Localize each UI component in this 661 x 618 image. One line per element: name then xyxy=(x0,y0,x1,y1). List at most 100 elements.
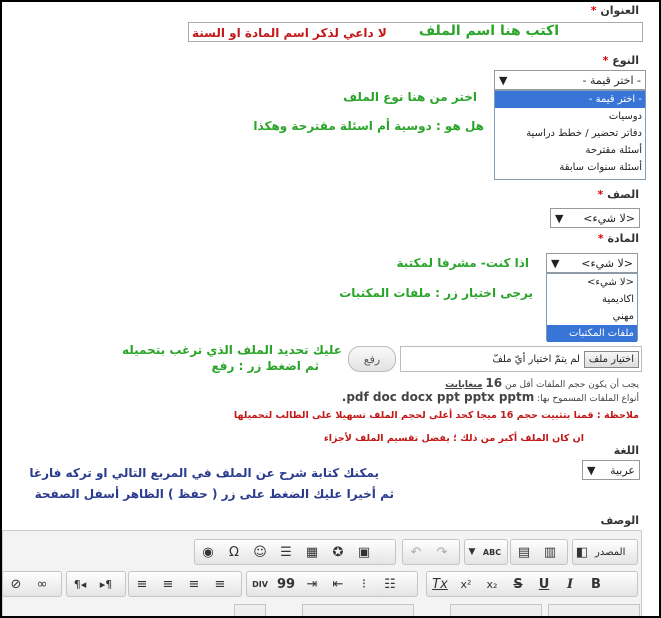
subject-listbox[interactable]: <لا شيء> اكاديمية مهني ملفات المكتبات xyxy=(546,273,638,342)
language-label: اللغة xyxy=(613,444,639,457)
title-label: العنوان * xyxy=(590,4,639,17)
toolbar-row-3-combo[interactable] xyxy=(548,604,640,616)
clipboard-group: ▤ ▥ xyxy=(510,539,568,565)
title-note-green: اكتب هنا اسم الملف xyxy=(418,23,559,39)
type-option[interactable]: دفاتر تحضير / خطط دراسية xyxy=(495,125,645,142)
iframe-icon[interactable]: ◉ xyxy=(195,541,221,563)
subscript-icon[interactable]: x₂ xyxy=(479,573,505,595)
type-option[interactable]: دوسيات xyxy=(495,108,645,125)
ltr-icon[interactable]: ¶◂ xyxy=(67,573,93,595)
smiley-icon[interactable]: ☺ xyxy=(247,541,273,563)
chevron-down-icon: ▼ xyxy=(555,211,564,225)
editor-toolbar-row-2: ⊘ ∞ ¶◂ ▸¶ ≡ ≡ ≡ ≡ DIV 99 ⇥ ⇤ ⁝ ☷ Tx x² x… xyxy=(2,568,642,598)
justify-icon[interactable]: ≡ xyxy=(129,573,155,595)
subject-note-2: يرجى اختيار زر : ملفات المكتبات xyxy=(339,286,533,300)
type-label: النوع * xyxy=(602,54,639,67)
upload-button[interactable]: رفع xyxy=(348,346,396,372)
direction-group: ¶◂ ▸¶ xyxy=(66,571,126,597)
undo-group: ↶ ↷ xyxy=(402,539,460,565)
subject-option[interactable]: اكاديمية xyxy=(547,291,637,308)
outdent-icon[interactable]: ⇤ xyxy=(325,573,351,595)
align-group: ≡ ≡ ≡ ≡ xyxy=(128,571,242,597)
language-select[interactable]: عربية ▼ xyxy=(582,460,640,480)
choose-file-button[interactable]: اختيار ملف xyxy=(583,350,639,368)
div-icon[interactable]: DIV xyxy=(247,573,273,595)
paste-text-icon[interactable]: ▥ xyxy=(537,541,563,563)
type-listbox[interactable]: - اختر قيمة - دوسيات دفاتر تحضير / خطط د… xyxy=(494,90,646,180)
align-center-icon[interactable]: ≡ xyxy=(181,573,207,595)
remove-format-icon[interactable]: Tx xyxy=(427,573,453,595)
chevron-down-icon: ▼ xyxy=(551,256,560,270)
grade-select[interactable]: <لا شيء> ▼ xyxy=(550,208,640,228)
toolbar-row-3-combo[interactable] xyxy=(450,604,542,616)
unlink-icon[interactable]: ⊘ xyxy=(3,573,29,595)
size-notice-1: ملاحظة : قمنا بتثبيت حجم 16 ميجا كحد أعل… xyxy=(233,410,639,421)
superscript-icon[interactable]: x² xyxy=(453,573,479,595)
chevron-down-icon: ▼ xyxy=(587,463,596,477)
insert-group: ◉ Ω ☺ ☰ ▦ ✪ ▣ xyxy=(194,539,396,565)
subject-option[interactable]: ملفات المكتبات xyxy=(547,325,637,342)
description-label: الوصف xyxy=(600,514,639,527)
source-button[interactable]: المصدر xyxy=(591,547,629,558)
indent-icon[interactable]: ⇥ xyxy=(299,573,325,595)
chevron-down-icon[interactable]: ▼ xyxy=(465,541,479,563)
subject-selected: <لا شيء> xyxy=(581,256,633,270)
language-note-1: يمكنك كتابة شرح عن الملف في المربع التال… xyxy=(29,466,379,480)
bold-icon[interactable]: B xyxy=(583,573,609,595)
upload-note-2: ثم اضغط زر : رفع xyxy=(211,359,319,373)
type-option[interactable]: - اختر قيمة - xyxy=(495,91,645,108)
hr-icon[interactable]: ☰ xyxy=(273,541,299,563)
size-notice-2: ان كان الملف أكبر من ذلك ؛ يفضل تقسيم ال… xyxy=(323,433,584,444)
underline-icon[interactable]: U xyxy=(531,573,557,595)
type-option[interactable]: أسئلة مقترحة xyxy=(495,142,645,159)
type-select[interactable]: - اختر قيمة - ▼ xyxy=(494,70,646,90)
page-frame: العنوان * اكتب هنا اسم الملف لا داعي لذك… xyxy=(0,0,661,618)
subject-option[interactable]: <لا شيء> xyxy=(547,274,637,291)
editor-toolbar-row-1: ◉ Ω ☺ ☰ ▦ ✪ ▣ ↶ ↷ ▼ ABC ▤ ▥ ◧ المصدر xyxy=(2,536,642,566)
image-icon[interactable]: ▣ xyxy=(351,541,377,563)
subject-option[interactable]: مهني xyxy=(547,308,637,325)
subject-label: المادة * xyxy=(597,232,639,245)
types-rule: أنواع الملفات المسموح بها: .pdf doc docx… xyxy=(341,390,639,404)
title-note-red: لا داعي لذكر اسم المادة او السنة xyxy=(192,26,387,40)
upload-note-1: عليك تحديد الملف الذي ترغب بتحميله xyxy=(121,343,342,357)
grade-label: الصف * xyxy=(597,188,639,201)
file-picker[interactable]: اختيار ملف لم يتمّ اختيار أيّ ملفّ xyxy=(400,346,642,372)
chevron-down-icon: ▼ xyxy=(499,73,508,87)
link-icon[interactable]: ∞ xyxy=(29,573,55,595)
language-note-2: ثم أخيرا عليك الضغط على زر ( حفظ ) الظاه… xyxy=(34,487,394,501)
undo-icon[interactable]: ↶ xyxy=(403,541,429,563)
italic-icon[interactable]: I xyxy=(557,573,583,595)
type-note-2: هل هو : دوسية أم اسئلة مقترحة وهكذا xyxy=(253,119,484,133)
toolbar-row-3-button[interactable] xyxy=(234,604,266,616)
subject-select[interactable]: <لا شيء> ▼ xyxy=(546,253,638,273)
align-left-icon[interactable]: ≡ xyxy=(207,573,233,595)
grade-selected: <لا شيء> xyxy=(583,211,635,225)
rtl-icon[interactable]: ▸¶ xyxy=(93,573,119,595)
subject-note-1: اذا كنت- مشرفا لمكتبة xyxy=(396,256,529,270)
special-char-icon[interactable]: Ω xyxy=(221,541,247,563)
strike-icon[interactable]: S xyxy=(505,573,531,595)
paste-word-icon[interactable]: ▤ xyxy=(511,541,537,563)
spellcheck-icon[interactable]: ABC xyxy=(479,541,505,563)
block-group: DIV 99 ⇥ ⇤ ⁝ ☷ xyxy=(246,571,418,597)
blockquote-icon[interactable]: 99 xyxy=(273,573,299,595)
language-selected: عربية xyxy=(610,463,635,477)
flash-icon[interactable]: ✪ xyxy=(325,541,351,563)
style-group: Tx x² x₂ S U I B xyxy=(426,571,638,597)
source-group: ◧ المصدر xyxy=(572,539,638,565)
type-option[interactable]: أسئلة سنوات سابقة xyxy=(495,159,645,176)
align-right-icon[interactable]: ≡ xyxy=(155,573,181,595)
numbered-list-icon[interactable]: ☷ xyxy=(377,573,403,595)
file-status: لم يتمّ اختيار أيّ ملفّ xyxy=(492,353,580,365)
spell-group: ▼ ABC xyxy=(464,539,508,565)
type-selected: - اختر قيمة - xyxy=(582,73,641,87)
redo-icon[interactable]: ↷ xyxy=(429,541,455,563)
table-icon[interactable]: ▦ xyxy=(299,541,325,563)
link-group: ⊘ ∞ xyxy=(2,571,62,597)
bulleted-list-icon[interactable]: ⁝ xyxy=(351,573,377,595)
type-note-1: اختر من هنا نوع الملف xyxy=(343,90,477,104)
size-rule: يجب أن يكون حجم الملفات أقل من 16 ميغابا… xyxy=(445,376,639,390)
source-icon[interactable]: ◧ xyxy=(573,541,591,563)
toolbar-row-3-group[interactable] xyxy=(302,604,414,616)
